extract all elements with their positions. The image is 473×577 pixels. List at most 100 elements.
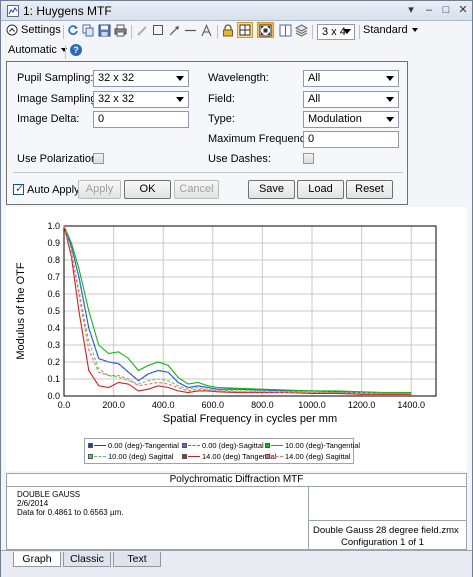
- copy-icon: [82, 24, 93, 36]
- pupil-sampling-value: 32 x 32: [98, 72, 135, 84]
- draw-pencil-button[interactable]: [135, 22, 149, 38]
- field-select[interactable]: All: [303, 91, 399, 108]
- y-tick-label: 0.3: [47, 340, 60, 350]
- zoom-fit-button[interactable]: [257, 22, 274, 38]
- automatic-dropdown[interactable]: Automatic: [8, 42, 67, 58]
- wavelength-label: Wavelength:: [208, 72, 269, 84]
- legend-item: 10.00 (deg) Sagittal: [88, 452, 173, 461]
- settings-toggle-button[interactable]: Settings: [6, 22, 64, 38]
- load-button[interactable]: Load: [297, 180, 344, 199]
- layers-button[interactable]: [294, 22, 308, 38]
- update-button[interactable]: [66, 22, 80, 38]
- rectangle-icon: [153, 25, 163, 35]
- mtf-graph-area: 0.0 200.0 400.0 600.0 800.0 1000.0 1200.0 1400.…: [6, 207, 467, 471]
- maximum-frequency-label: Maximum Frequency:: [208, 133, 314, 145]
- legend-item: 0.00 (deg)-Sagittal: [182, 441, 264, 450]
- tab-graph[interactable]: Graph: [13, 552, 61, 567]
- chevron-down-icon: [176, 97, 184, 102]
- type-select[interactable]: Modulation: [303, 111, 399, 128]
- print-button[interactable]: [113, 22, 127, 38]
- info-date: 2/6/2014: [17, 499, 49, 508]
- help-icon: ?: [70, 44, 82, 56]
- close-button[interactable]: ✕: [455, 3, 471, 18]
- info-divider: [308, 487, 309, 549]
- legend-line: [94, 456, 106, 457]
- y-tick-label: 0.9: [47, 238, 60, 248]
- use-polarization-checkbox[interactable]: [93, 153, 104, 164]
- legend-label: 0.00 (deg)-Sagittal: [202, 441, 264, 450]
- x-tick-label: 0.0: [58, 400, 71, 410]
- lock-icon: [223, 23, 233, 36]
- legend-swatch: [265, 443, 270, 448]
- cancel-button[interactable]: Cancel: [174, 180, 219, 199]
- tab-classic[interactable]: Classic: [63, 552, 111, 567]
- legend-line: [271, 445, 283, 446]
- series-line: [63, 225, 412, 395]
- automatic-label: Automatic: [8, 44, 57, 56]
- x-tick-label: 1200.0: [348, 400, 376, 410]
- layout-select[interactable]: 3 x 4: [317, 24, 355, 40]
- legend-item: 10.00 (deg)-Tangential: [265, 441, 360, 450]
- help-button[interactable]: ?: [69, 42, 83, 58]
- series-line: [63, 225, 412, 394]
- auto-apply-checkbox[interactable]: [13, 182, 24, 195]
- layers-icon: [294, 23, 308, 37]
- save-file-button[interactable]: [97, 22, 111, 38]
- maximize-button[interactable]: □: [438, 3, 454, 18]
- save-button[interactable]: Save: [248, 180, 295, 199]
- toolbar-separator: [359, 25, 360, 39]
- minimize-button[interactable]: –: [421, 3, 437, 18]
- info-configuration: Configuration 1 of 1: [341, 537, 424, 548]
- huygens-mtf-window: 1: Huygens MTF ▾ – □ ✕ Settings 3 x 4 St…: [0, 0, 473, 577]
- legend-label: 14.00 (deg) Sagittal: [285, 452, 351, 461]
- toolbar-main: Settings 3 x 4 Standard: [1, 22, 472, 42]
- split-view-button[interactable]: [278, 22, 292, 38]
- info-header: Polychromatic Diffraction MTF: [7, 474, 466, 487]
- mtf-chart[interactable]: 0.0 200.0 400.0 600.0 800.0 1000.0 1200.0 1400.…: [6, 207, 467, 439]
- apply-button[interactable]: Apply: [78, 180, 121, 199]
- window-menu-button[interactable]: ▾: [403, 3, 419, 18]
- line-icon: [184, 29, 196, 31]
- draw-text-button[interactable]: [199, 22, 213, 38]
- use-dashes-checkbox[interactable]: [303, 153, 314, 164]
- style-dropdown[interactable]: Standard: [363, 22, 418, 38]
- image-sampling-value: 32 x 32: [98, 93, 135, 105]
- maximum-frequency-input[interactable]: 0: [303, 131, 399, 148]
- chevron-down-icon: [386, 76, 394, 81]
- wavelength-select[interactable]: All: [303, 70, 399, 87]
- reset-button[interactable]: Reset: [346, 180, 393, 199]
- y-tick-label: 1.0: [47, 221, 60, 231]
- toolbar-separator: [312, 25, 313, 39]
- tab-text[interactable]: Text: [113, 552, 161, 567]
- view-tabs: Graph Classic Text: [1, 550, 472, 577]
- legend-swatch: [88, 443, 93, 448]
- lock-button[interactable]: [221, 22, 235, 38]
- ok-button[interactable]: OK: [124, 180, 171, 199]
- layout-grid-button[interactable]: [237, 22, 253, 38]
- x-tick-label: 800.0: [251, 400, 274, 410]
- floppy-icon: [98, 24, 110, 36]
- legend-label: 10.00 (deg) Sagittal: [108, 452, 174, 461]
- draw-rectangle-button[interactable]: [151, 22, 165, 38]
- legend-label: 10.00 (deg)-Tangential: [285, 441, 361, 450]
- settings-panel: Pupil Sampling: 32 x 32 Image Sampling: …: [6, 61, 408, 205]
- field-value: All: [308, 93, 321, 105]
- field-label: Field:: [208, 93, 235, 105]
- toolbar-separator: [65, 45, 66, 59]
- copy-button[interactable]: [81, 22, 95, 38]
- image-sampling-select[interactable]: 32 x 32: [93, 91, 189, 108]
- pupil-sampling-select[interactable]: 32 x 32: [93, 70, 189, 87]
- settings-divider: [13, 172, 403, 173]
- draw-arrow-button[interactable]: [167, 22, 181, 38]
- text-a-icon: [200, 23, 212, 36]
- image-delta-input[interactable]: 0: [93, 111, 189, 128]
- toolbar-separator: [131, 25, 132, 39]
- series-line: [63, 225, 412, 394]
- chevron-down-icon: [386, 117, 394, 122]
- draw-line-button[interactable]: [183, 22, 197, 38]
- collapse-circle-icon: [6, 24, 18, 36]
- legend-label: 0.00 (deg)-Tangential: [108, 441, 179, 450]
- y-tick-label: 0.0: [47, 391, 60, 401]
- window-title: 1: Huygens MTF: [23, 4, 112, 18]
- info-file-name: Double Gauss 28 degree field.zmx: [313, 525, 459, 536]
